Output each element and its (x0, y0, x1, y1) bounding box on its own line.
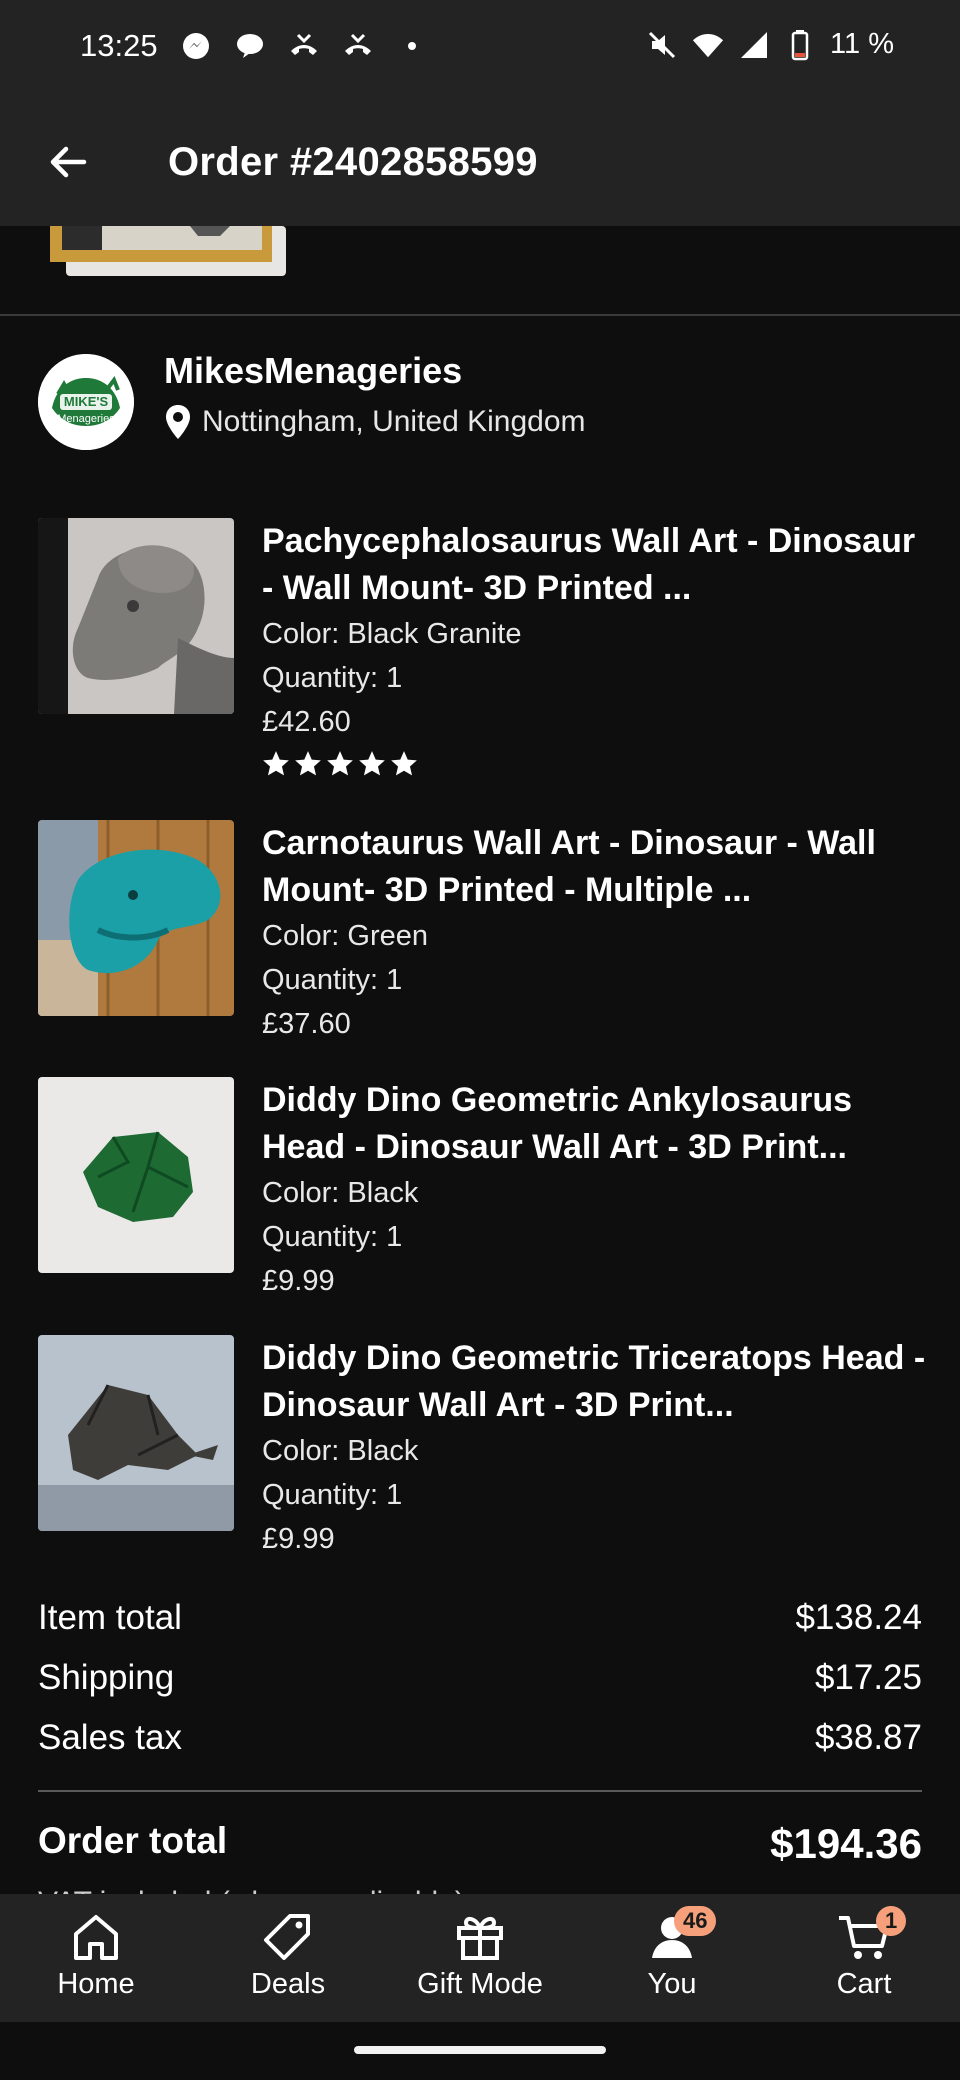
item-title[interactable]: Carnotaurus Wall Art - Dinosaur - Wall M… (262, 820, 926, 914)
shop-location: Nottingham, United Kingdom (164, 404, 586, 440)
home-icon (74, 1915, 118, 1960)
item-color: Color: Black (262, 1177, 419, 1209)
sales-tax-row: Sales tax $38.87 (38, 1708, 922, 1768)
item-quantity: Quantity: 1 (262, 1479, 403, 1511)
arrow-left-icon (50, 146, 87, 178)
order-item[interactable]: Carnotaurus Wall Art - Dinosaur - Wall M… (38, 820, 922, 1050)
notification-icons (180, 30, 428, 62)
more-dot-icon (396, 30, 428, 62)
shipping-value: $17.25 (814, 1658, 922, 1697)
messenger-icon (180, 30, 212, 62)
back-button[interactable] (36, 130, 100, 194)
item-image[interactable] (38, 1335, 234, 1531)
order-item[interactable]: Diddy Dino Geometric Ankylosaurus Head -… (38, 1077, 922, 1307)
item-quantity: Quantity: 1 (262, 1221, 403, 1253)
sales-tax-value: $38.87 (814, 1718, 922, 1757)
star-icon (295, 751, 321, 776)
battery-icon (784, 29, 816, 61)
nav-you[interactable]: 46 You (576, 1894, 768, 2022)
item-quantity: Quantity: 1 (262, 662, 403, 694)
item-title[interactable]: Diddy Dino Geometric Triceratops Head - … (262, 1335, 926, 1429)
nav-home-label: Home (57, 1968, 135, 2000)
nav-you-label: You (647, 1968, 697, 2000)
app-bar: Order #2402858599 (0, 100, 960, 226)
sales-tax-label: Sales tax (38, 1718, 182, 1757)
order-summary: Item total $138.24 Shipping $17.25 Sales… (38, 1588, 922, 1920)
item-rating[interactable] (262, 750, 926, 778)
svg-text:MIKE'S: MIKE'S (64, 394, 109, 409)
system-icons: 11 % (646, 28, 894, 61)
shipping-label: Shipping (38, 1658, 175, 1697)
item-quantity: Quantity: 1 (262, 964, 403, 996)
tag-icon (264, 1914, 310, 1960)
star-icon (359, 751, 385, 776)
item-title[interactable]: Pachycephalosaurus Wall Art - Dinosaur -… (262, 518, 926, 612)
gesture-handle[interactable] (354, 2046, 606, 2054)
mute-icon (646, 29, 678, 61)
svg-text:Menageries: Menageries (57, 413, 115, 425)
item-price: £9.99 (262, 1523, 335, 1555)
order-total-value: $194.36 (770, 1820, 922, 1867)
order-total-label: Order total (38, 1820, 228, 1861)
nav-home[interactable]: Home (0, 1894, 192, 2022)
bottom-navigation: Home Deals Gift Mode 46 You 1 Cart (0, 1894, 960, 2022)
location-pin-icon (166, 405, 190, 439)
order-item[interactable]: Pachycephalosaurus Wall Art - Dinosaur -… (38, 518, 922, 778)
star-icon (327, 751, 353, 776)
star-icon (263, 751, 289, 776)
previous-item-thumbnail[interactable] (50, 226, 286, 276)
item-image[interactable] (38, 518, 234, 714)
item-price: £37.60 (262, 1008, 351, 1040)
order-item[interactable]: Diddy Dino Geometric Triceratops Head - … (38, 1335, 925, 1565)
item-image[interactable] (38, 1077, 234, 1273)
status-bar: 13:25 11 % (0, 0, 960, 100)
gift-icon (457, 1916, 503, 1960)
nav-cart[interactable]: 1 Cart (768, 1894, 960, 2022)
item-image[interactable] (38, 820, 234, 1016)
missed-call-icon-2 (342, 30, 374, 62)
item-total-value: $138.24 (795, 1598, 922, 1637)
totals-divider (38, 1790, 922, 1792)
signal-icon (738, 29, 770, 61)
item-price: £9.99 (262, 1265, 335, 1297)
shop-avatar[interactable]: MIKE'S Menageries (38, 354, 134, 450)
status-time: 13:25 (80, 28, 158, 63)
nav-cart-label: Cart (836, 1968, 892, 2000)
nav-gift-mode[interactable]: Gift Mode (384, 1894, 576, 2022)
page-title: Order #2402858599 (168, 140, 538, 184)
item-color: Color: Black Granite (262, 618, 522, 650)
nav-deals[interactable]: Deals (192, 1894, 384, 2022)
item-title[interactable]: Diddy Dino Geometric Ankylosaurus Head -… (262, 1077, 926, 1171)
you-badge: 46 (674, 1906, 717, 1936)
shipping-row: Shipping $17.25 (38, 1648, 922, 1708)
item-color: Color: Green (262, 920, 429, 952)
item-price: £42.60 (262, 706, 351, 738)
missed-call-icon (288, 30, 320, 62)
item-total-label: Item total (38, 1598, 182, 1637)
nav-deals-label: Deals (250, 1968, 326, 2000)
shop-location-text: Nottingham, United Kingdom (202, 405, 586, 438)
section-divider (0, 314, 960, 316)
item-total-row: Item total $138.24 (38, 1588, 922, 1648)
battery-percent: 11 % (830, 28, 894, 60)
cart-badge: 1 (876, 1906, 907, 1936)
chat-bubble-icon (234, 30, 266, 62)
order-total-row: Order total $194.36 (38, 1820, 922, 1868)
wifi-icon (692, 29, 724, 61)
item-color: Color: Black (262, 1435, 419, 1467)
star-icon (391, 751, 417, 776)
shop-name[interactable]: MikesMenageries (164, 350, 462, 392)
nav-gift-label: Gift Mode (417, 1968, 543, 2000)
